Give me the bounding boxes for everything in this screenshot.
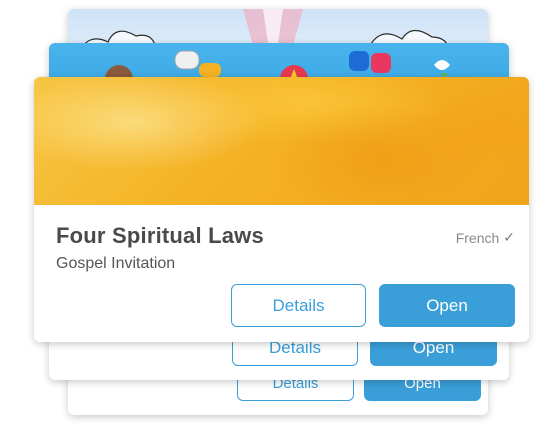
- language-label: French: [455, 229, 500, 246]
- resource-card[interactable]: Four Spiritual Laws Gospel Invitation Fr…: [34, 77, 529, 342]
- resource-title: Four Spiritual Laws: [56, 223, 264, 248]
- details-button[interactable]: Details: [231, 284, 366, 327]
- resource-subtitle: Gospel Invitation: [56, 255, 176, 272]
- checkmark-icon: ✓: [503, 229, 515, 245]
- resource-card-stack: Details Open Details Open Four Spiritual…: [0, 0, 555, 438]
- open-button[interactable]: Open: [379, 284, 515, 327]
- language-indicator: French ✓: [456, 229, 515, 246]
- card-banner-image: [34, 77, 529, 205]
